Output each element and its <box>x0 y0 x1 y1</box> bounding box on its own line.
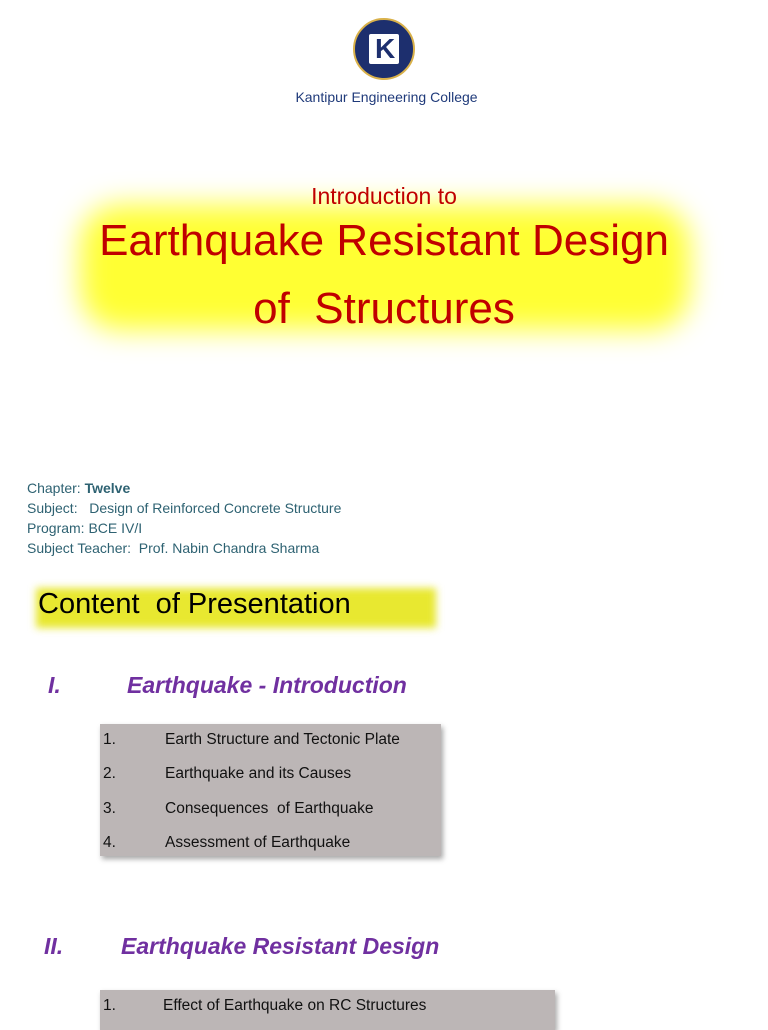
list-item: Assessment of Earthquake <box>165 834 351 851</box>
section-1-numeral: I. <box>48 672 61 698</box>
list-item: Consequences of Earthquake <box>165 800 374 817</box>
title-line-1: Earthquake Resistant Design <box>99 216 669 265</box>
list-item: Effect of Earthquake on RC Structures <box>163 997 427 1014</box>
contents-heading: Content of Presentation <box>38 588 351 620</box>
title-intro: Introduction to <box>311 183 457 209</box>
subject-line: Subject: Design of Reinforced Concrete S… <box>27 500 342 516</box>
list-item: Earthquake and its Causes <box>165 765 352 782</box>
college-logo: K <box>353 18 415 80</box>
chapter-line: Chapter: Twelve <box>27 478 130 498</box>
chapter-value: Twelve <box>84 480 131 496</box>
teacher-line: Subject Teacher: Prof. Nabin Chandra Sha… <box>27 540 320 556</box>
list-item: Earth Structure and Tectonic Plate <box>165 731 400 748</box>
title-line-2: of Structures <box>253 284 515 333</box>
college-name: Kantipur Engineering College <box>295 89 478 105</box>
section-2-title: Earthquake Resistant Design <box>121 933 440 959</box>
section-2-list: 1. Effect of Earthquake on RC Structures <box>100 990 555 1030</box>
list-item-number: 2. <box>103 765 116 782</box>
section-2-numeral: II. <box>44 933 64 959</box>
program-line: Program: BCE IV/I <box>27 520 143 536</box>
chapter-label: Chapter: <box>27 480 85 496</box>
list-item-number: 3. <box>103 800 116 817</box>
section-1-title: Earthquake - Introduction <box>127 672 407 698</box>
list-item-number: 4. <box>103 834 116 851</box>
section-1-list: 1. Earth Structure and Tectonic Plate 2.… <box>100 724 441 856</box>
list-item-number: 1. <box>103 731 116 748</box>
list-item-number: 1. <box>103 997 116 1014</box>
